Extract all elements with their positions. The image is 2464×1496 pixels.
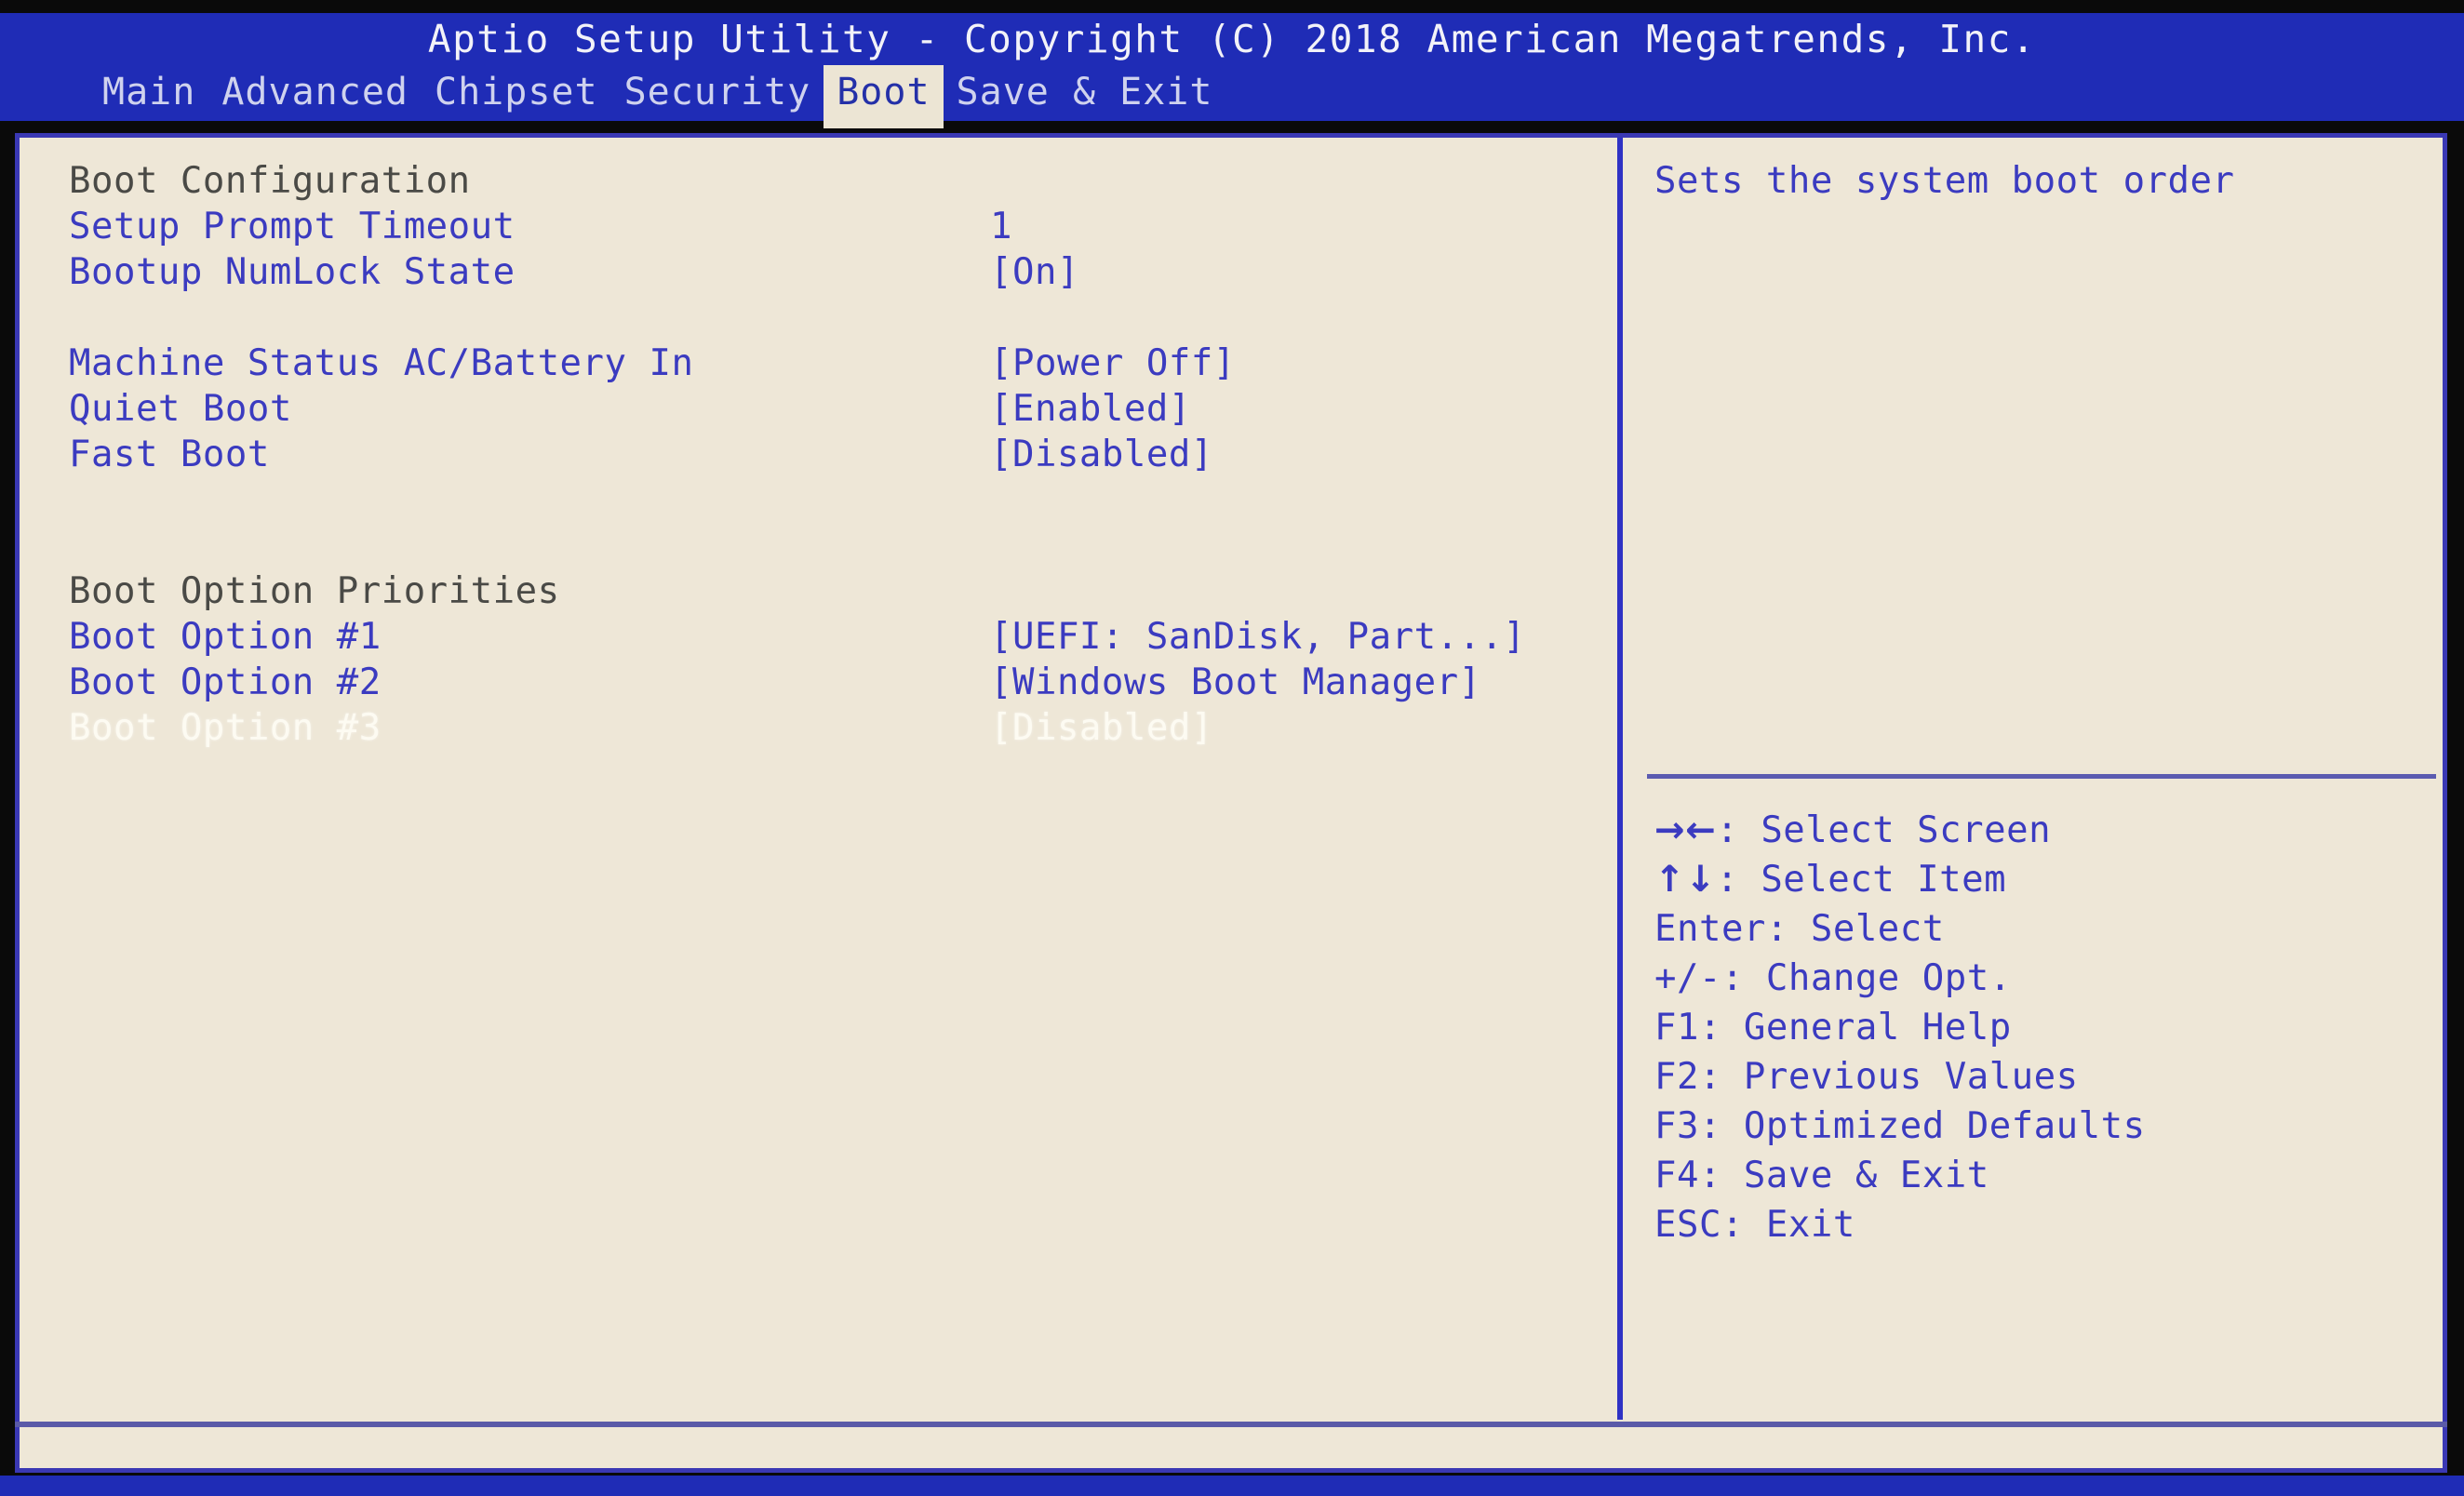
help-panel: Sets the system boot order: [1654, 158, 2417, 204]
setting-value[interactable]: [On]: [990, 251, 1079, 293]
key-legend-text: +/-: Change Opt.: [1654, 957, 2012, 999]
key-legend-row: ESC: Exit: [1654, 1200, 2427, 1249]
settings-group-heading: Boot Configuration: [69, 158, 1595, 204]
setting-value[interactable]: [Disabled]: [990, 434, 1213, 475]
setting-value[interactable]: [UEFI: SanDisk, Part...]: [990, 616, 1526, 658]
setting-label: Boot Option #1: [69, 616, 382, 658]
settings-list: Boot Configuration Setup Prompt Timeout 1 B…: [69, 158, 1595, 751]
tab-chipset[interactable]: Chipset: [422, 65, 611, 121]
setting-label: Boot Configuration: [69, 160, 471, 202]
key-legend-text: F3: Optimized Defaults: [1654, 1105, 2146, 1147]
settings-spacer: [69, 523, 1595, 568]
key-legend-row: F2: Previous Values: [1654, 1052, 2427, 1102]
key-legend-row: F4: Save & Exit: [1654, 1151, 2427, 1200]
key-legend-text: F1: General Help: [1654, 1007, 2012, 1049]
settings-row[interactable]: Boot Option #1 [UEFI: SanDisk, Part...]: [69, 614, 1595, 660]
settings-row[interactable]: Boot Option #3 [Disabled]: [69, 705, 1595, 751]
footer-band: [0, 1476, 2464, 1496]
bios-screen: Aptio Setup Utility - Copyright (C) 2018…: [0, 0, 2464, 1496]
setting-value[interactable]: [Enabled]: [990, 388, 1191, 430]
setting-value[interactable]: [Windows Boot Manager]: [990, 661, 1481, 703]
key-legend-row: →←: Select Screen: [1654, 806, 2427, 855]
settings-spacer: [69, 295, 1595, 341]
arrow-keys-icon: →←: [1654, 809, 1717, 851]
key-legend-text: : Select Item: [1716, 859, 2007, 901]
setting-value[interactable]: 1: [990, 206, 1012, 247]
setting-value[interactable]: [Power Off]: [990, 342, 1236, 384]
key-legend-text: : Select Screen: [1716, 809, 2052, 851]
key-legend-text: Enter: Select: [1654, 908, 1945, 950]
setting-label: Boot Option Priorities: [69, 570, 560, 612]
tab-security[interactable]: Security: [611, 65, 824, 121]
key-legend-row: +/-: Change Opt.: [1654, 954, 2427, 1003]
setting-label: Boot Option #2: [69, 661, 382, 703]
setting-value[interactable]: [Disabled]: [990, 707, 1213, 749]
tab-save-exit[interactable]: Save & Exit: [944, 65, 1226, 121]
setting-label: Setup Prompt Timeout: [69, 206, 516, 247]
settings-row[interactable]: Fast Boot [Disabled]: [69, 432, 1595, 477]
settings-row[interactable]: Bootup NumLock State [On]: [69, 249, 1595, 295]
key-legend-text: F4: Save & Exit: [1654, 1155, 1989, 1196]
settings-row[interactable]: Quiet Boot [Enabled]: [69, 386, 1595, 432]
settings-row[interactable]: Boot Option #2 [Windows Boot Manager]: [69, 660, 1595, 705]
tab-advanced[interactable]: Advanced: [208, 65, 422, 121]
setting-label: Boot Option #3: [69, 707, 382, 749]
key-legend: →←: Select Screen ↑↓: Select Item Enter: S…: [1654, 806, 2427, 1249]
setting-label: Fast Boot: [69, 434, 270, 475]
tab-main[interactable]: Main: [89, 65, 208, 121]
key-legend-row: ↑↓: Select Item: [1654, 855, 2427, 904]
key-legend-row: F1: General Help: [1654, 1003, 2427, 1052]
arrow-keys-icon: ↑↓: [1654, 859, 1717, 901]
menu-bar[interactable]: Main Advanced Chipset Security Boot Save & Ex…: [0, 65, 2464, 128]
settings-group-heading: Boot Option Priorities: [69, 568, 1595, 614]
settings-spacer: [69, 477, 1595, 523]
bottom-rule: [15, 1422, 2447, 1427]
page-title: Aptio Setup Utility - Copyright (C) 2018…: [427, 17, 2037, 61]
column-divider: [1617, 138, 1623, 1420]
tab-boot[interactable]: Boot: [824, 65, 944, 128]
settings-row[interactable]: Machine Status AC/Battery In [Power Off]: [69, 341, 1595, 386]
settings-row[interactable]: Setup Prompt Timeout 1: [69, 204, 1595, 249]
key-legend-text: F2: Previous Values: [1654, 1056, 2079, 1098]
key-legend-text: ESC: Exit: [1654, 1204, 1855, 1246]
key-legend-row: Enter: Select: [1654, 904, 2427, 954]
help-description: Sets the system boot order: [1654, 160, 2235, 202]
key-legend-row: F3: Optimized Defaults: [1654, 1102, 2427, 1151]
setting-label: Quiet Boot: [69, 388, 292, 430]
setting-label: Bootup NumLock State: [69, 251, 516, 293]
setting-label: Machine Status AC/Battery In: [69, 342, 694, 384]
help-divider: [1647, 774, 2436, 779]
